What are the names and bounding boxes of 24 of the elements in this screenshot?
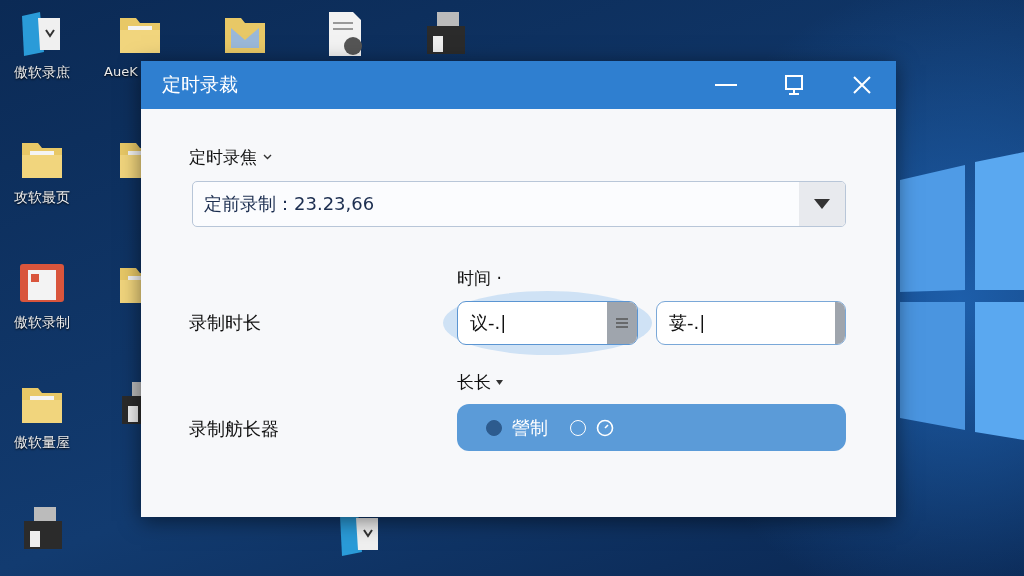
scroll-handle[interactable]: [835, 302, 845, 344]
icon-label: 傲软录庶: [14, 64, 70, 82]
window-title: 定时录裁: [162, 72, 238, 97]
scroll-handle[interactable]: [607, 302, 637, 344]
icon-label: 傲软录制: [14, 314, 70, 332]
field-heading: 长长: [457, 371, 491, 394]
caret-icon[interactable]: [496, 380, 503, 385]
input-field[interactable]: 议-.|: [457, 301, 638, 345]
icon-label: 攻软最页: [14, 189, 70, 207]
radio-button[interactable]: [486, 419, 502, 436]
icon-label: 傲软量屋: [14, 434, 70, 452]
field-heading: 时间 ·: [457, 267, 503, 290]
input-field[interactable]: 荽-.|: [656, 301, 846, 345]
caret-icon[interactable]: [263, 154, 272, 160]
dropdown[interactable]: 定前录制：23.23,66: [192, 181, 846, 227]
close-icon: [851, 74, 873, 96]
maximize-icon: [783, 74, 805, 96]
minimize-icon: [715, 84, 737, 86]
row-label: 录制时长: [189, 311, 262, 335]
icon-label: AueK: [104, 64, 138, 79]
row-label: 录制舫长器: [189, 417, 280, 441]
clock-icon[interactable]: [596, 418, 614, 437]
section-label: 定时录焦: [189, 145, 257, 169]
dropdown-arrow-icon[interactable]: [814, 199, 830, 209]
